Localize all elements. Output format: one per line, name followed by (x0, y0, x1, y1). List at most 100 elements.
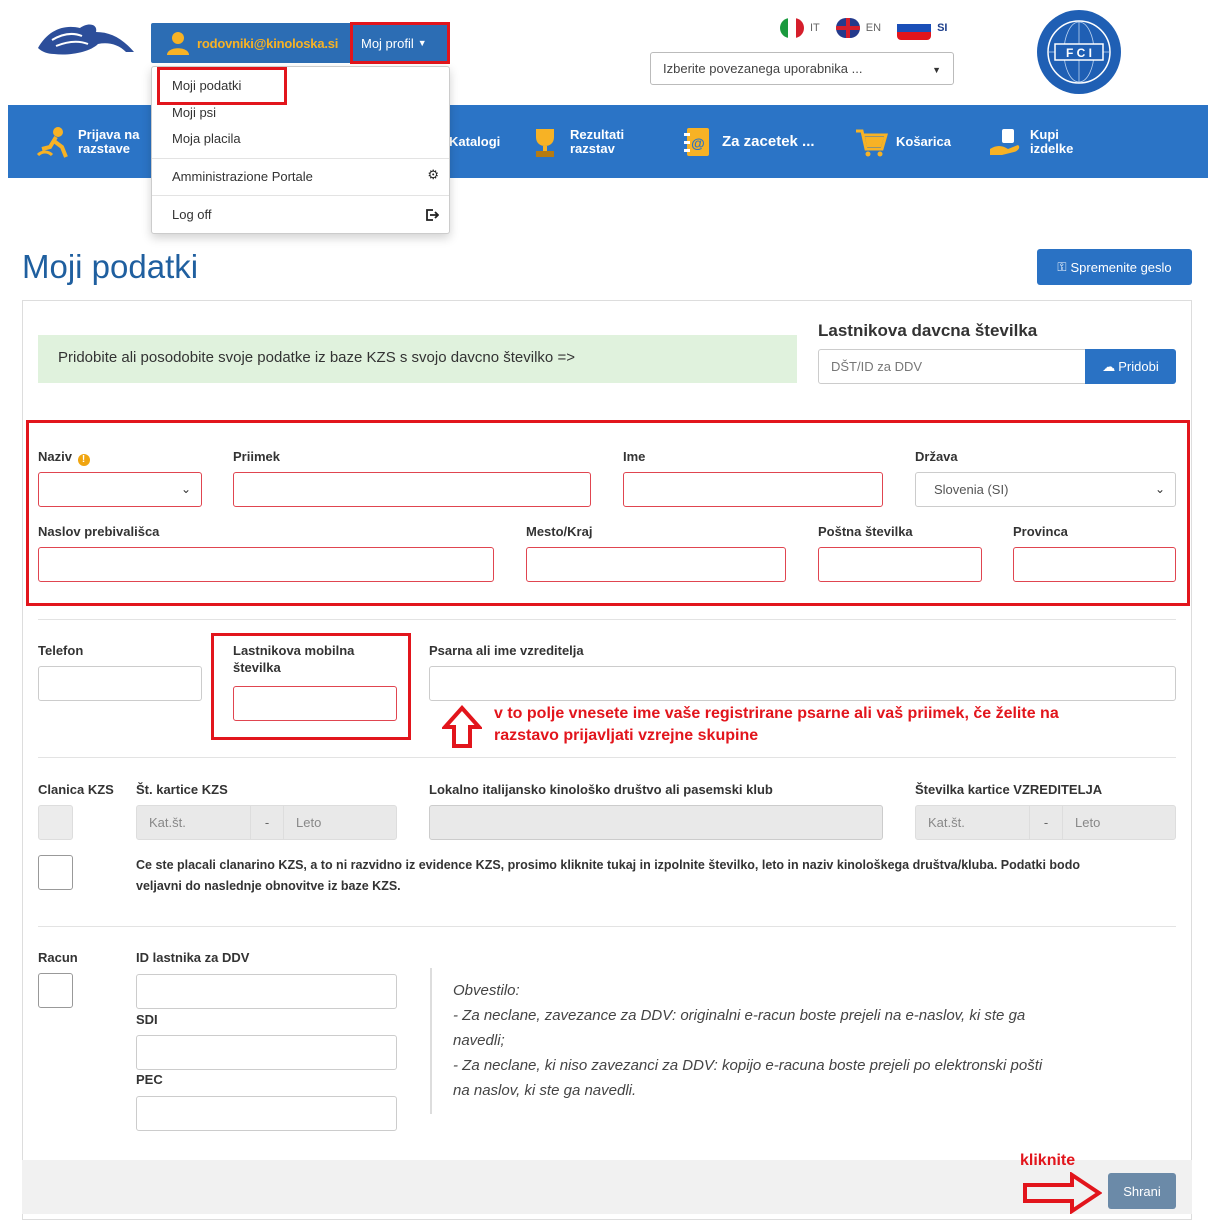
buy-hand-icon (990, 128, 1020, 155)
profile-menu-label: Moj profil (361, 35, 414, 51)
menu-item-my-data[interactable]: Moji podatki (172, 78, 241, 93)
form-footer (22, 1160, 1192, 1214)
province-label: Provinca (1013, 524, 1068, 539)
card-number-group: Kat.št. - Leto (136, 805, 397, 840)
nav-entry-line2: razstave (78, 140, 131, 156)
profile-menu-button[interactable]: Moj profil ▼ (353, 23, 450, 63)
lang-si[interactable]: SI (937, 22, 947, 34)
club-input (429, 805, 883, 840)
address-label: Naslov prebivališca (38, 524, 160, 539)
linked-user-select[interactable]: Izberite povezanega uporabnika ... ▼ (650, 52, 954, 85)
gear-icon: ⚙ (427, 167, 439, 182)
paid-membership-checkbox[interactable] (38, 855, 73, 890)
title-label: Naziv ! (38, 448, 90, 466)
menu-item-portal-admin[interactable]: Amministrazione Portale (172, 169, 313, 184)
svg-text:F C I: F C I (1066, 46, 1092, 60)
city-label: Mesto/Kraj (526, 524, 593, 539)
name-label: Ime (623, 449, 646, 464)
cloud-download-icon: ☁ (1102, 358, 1116, 374)
language-switcher: IT EN SI (780, 16, 957, 40)
flag-en-icon[interactable] (835, 18, 860, 38)
lang-it[interactable]: IT (810, 22, 820, 34)
trophy-icon (536, 128, 554, 157)
cart-icon (856, 129, 888, 156)
vat-id-input[interactable] (136, 974, 397, 1009)
country-select[interactable]: Slovenia (SI) ⌄ (915, 472, 1176, 507)
menu-divider (152, 195, 449, 196)
change-password-button[interactable]: ⚿ Spremenite geslo (1037, 249, 1192, 285)
nav-cart-label: Košarica (896, 133, 951, 149)
postcode-input[interactable] (818, 547, 982, 582)
address-book-icon: @ (684, 127, 709, 156)
name-input[interactable] (623, 472, 883, 507)
fci-logo: F C I (1037, 10, 1121, 94)
card-label: Št. kartice KZS (136, 782, 228, 797)
save-button[interactable]: Shrani (1108, 1173, 1176, 1209)
menu-item-my-payments[interactable]: Moja placila (172, 131, 241, 146)
profile-dropdown-menu: Moji podatki Moji psi Moja placila Ammin… (151, 66, 450, 234)
click-hint: kliknite (1020, 1152, 1076, 1169)
fetch-label: Pridobi (1118, 359, 1159, 374)
chevron-down-icon: ⌄ (1154, 482, 1165, 496)
tax-number-title: Lastnikova davcna številka (818, 321, 1038, 340)
nav-buy-line1: Kupi (1030, 126, 1059, 142)
section-divider (38, 757, 1176, 758)
phone-input[interactable] (38, 666, 202, 701)
nav-buy-products[interactable]: Kupi izdelke (988, 105, 1073, 178)
nav-buy-line2: izdelke (1030, 140, 1074, 156)
lang-en[interactable]: EN (866, 22, 881, 34)
linked-user-placeholder: Izberite povezanega uporabnika ... (663, 61, 863, 76)
province-input[interactable] (1013, 547, 1176, 582)
vat-id-label: ID lastnika za DDV (136, 950, 250, 965)
invoice-checkbox[interactable] (38, 973, 73, 1008)
user-avatar-icon (167, 32, 189, 55)
section-divider (38, 926, 1176, 927)
member-label: Clanica KZS (38, 782, 114, 797)
menu-item-my-dogs[interactable]: Moji psi (172, 105, 216, 120)
svg-text:@: @ (691, 135, 705, 151)
invoice-label: Racun (38, 950, 78, 965)
nav-cart[interactable]: Košarica (854, 105, 951, 178)
chevron-down-icon: ⌄ (180, 482, 191, 496)
breeder-card-year-input: Leto (1062, 805, 1176, 840)
pec-input[interactable] (136, 1096, 397, 1131)
title-select[interactable]: ⌄ (38, 472, 202, 507)
mobile-label: Lastnikova mobilna številka (233, 643, 355, 675)
nav-results[interactable]: Rezultati razstav (528, 105, 624, 178)
country-value: Slovenia (SI) (934, 482, 1009, 497)
nav-catalogs-label: Katalogi (449, 133, 501, 149)
fetch-button[interactable]: ☁ Pridobi (1085, 349, 1176, 384)
info-warning-icon: ! (77, 454, 90, 466)
nav-getting-started-label: Za zacetek ... (722, 132, 815, 150)
sdi-label: SDI (136, 1012, 158, 1027)
nav-results-line2: razstav (570, 140, 615, 156)
mobile-input[interactable] (233, 686, 397, 721)
kennel-hint: v to polje vnesete ime vaše registrirane… (494, 705, 1059, 744)
sdi-input[interactable] (136, 1035, 397, 1070)
breeder-card-label: Številka kartice VZREDITELJA (915, 782, 1103, 797)
card-number-input: Kat.št. (136, 805, 251, 840)
menu-divider (152, 158, 449, 159)
user-email: rodovniki@kinoloska.si (197, 35, 339, 51)
surname-label: Priimek (233, 449, 280, 464)
surname-input[interactable] (233, 472, 591, 507)
city-input[interactable] (526, 547, 786, 582)
tax-number-input[interactable]: DŠT/ID za DDV (818, 349, 1086, 384)
nav-entry[interactable]: Prijava na razstave (36, 105, 139, 178)
nav-catalogs[interactable]: Katalogi (449, 105, 500, 178)
paid-membership-text: Ce ste placali clanarino KZS, a to ni ra… (136, 858, 1080, 893)
user-bar: rodovniki@kinoloska.si Moj profil ▼ (151, 23, 450, 63)
address-input[interactable] (38, 547, 494, 582)
card-dash: - (251, 805, 283, 840)
kzs-info-box: Pridobite ali posodobite svoje podatke i… (38, 335, 797, 383)
kennel-input[interactable] (429, 666, 1176, 701)
nav-getting-started[interactable]: @ Za zacetek ... (680, 105, 815, 178)
flag-it-icon[interactable] (780, 18, 804, 38)
notice-bar (430, 968, 432, 1114)
member-checkbox (38, 805, 73, 840)
menu-item-logoff[interactable]: Log off (172, 207, 212, 222)
club-label: Lokalno italijansko kinološko društvo al… (429, 782, 773, 797)
flag-si-icon[interactable] (897, 16, 932, 40)
postcode-label: Poštna številka (818, 524, 913, 539)
nav-entry-line1: Prijava na (78, 126, 140, 142)
